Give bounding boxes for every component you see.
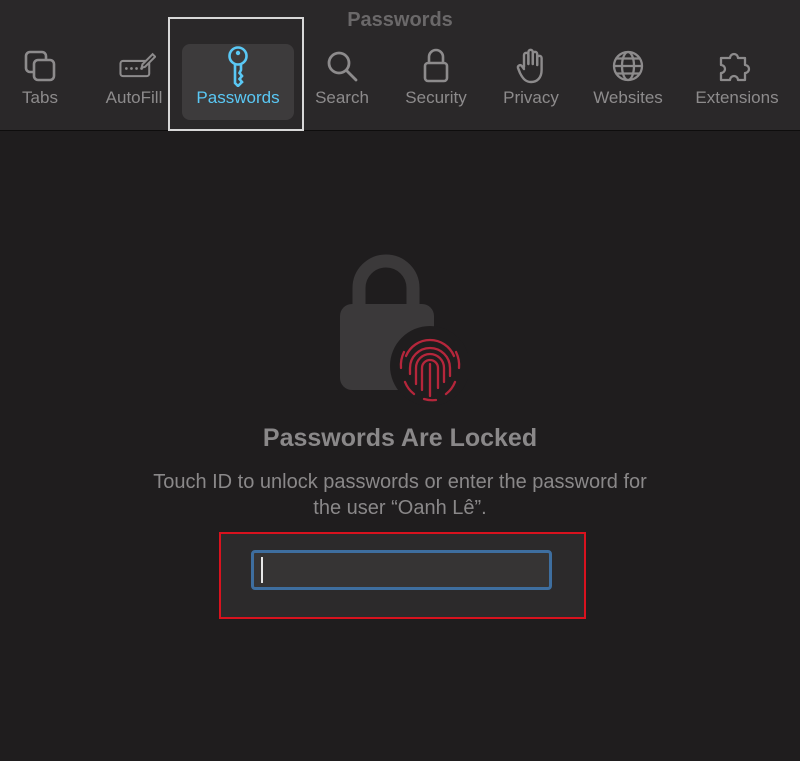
tab-extensions[interactable]: Extensions [690,44,784,120]
tab-label: Search [315,88,369,107]
password-input[interactable] [251,550,552,590]
tab-privacy[interactable]: Privacy [496,44,566,120]
preferences-toolbar: Passwords Tabs AutoFill Passwords Search… [0,0,800,131]
locked-title: Passwords Are Locked [262,424,538,452]
window-title: Passwords [347,9,453,31]
autofill-icon [112,44,156,88]
tab-label: Extensions [695,88,779,107]
hand-icon [509,44,553,88]
tab-label: Security [405,88,467,107]
search-icon [320,44,364,88]
locked-message: Touch ID to unlock passwords or enter th… [153,471,647,519]
lock-icon [414,44,458,88]
globe-icon [606,44,650,88]
tab-tabs[interactable]: Tabs [14,44,66,120]
fingerprint-icon [399,338,461,402]
tabs-icon [18,44,62,88]
tab-label: Websites [593,88,663,107]
tab-security[interactable]: Security [398,44,474,120]
text-caret [261,557,263,583]
tab-autofill[interactable]: AutoFill [100,44,168,120]
tab-label: Tabs [22,88,58,107]
tab-websites[interactable]: Websites [588,44,668,120]
tab-label: Privacy [503,88,559,107]
puzzle-icon [715,44,759,88]
tab-search[interactable]: Search [310,44,374,120]
tab-label: AutoFill [105,88,163,107]
padlock-icon [338,244,470,412]
active-tab-outline [168,17,304,131]
